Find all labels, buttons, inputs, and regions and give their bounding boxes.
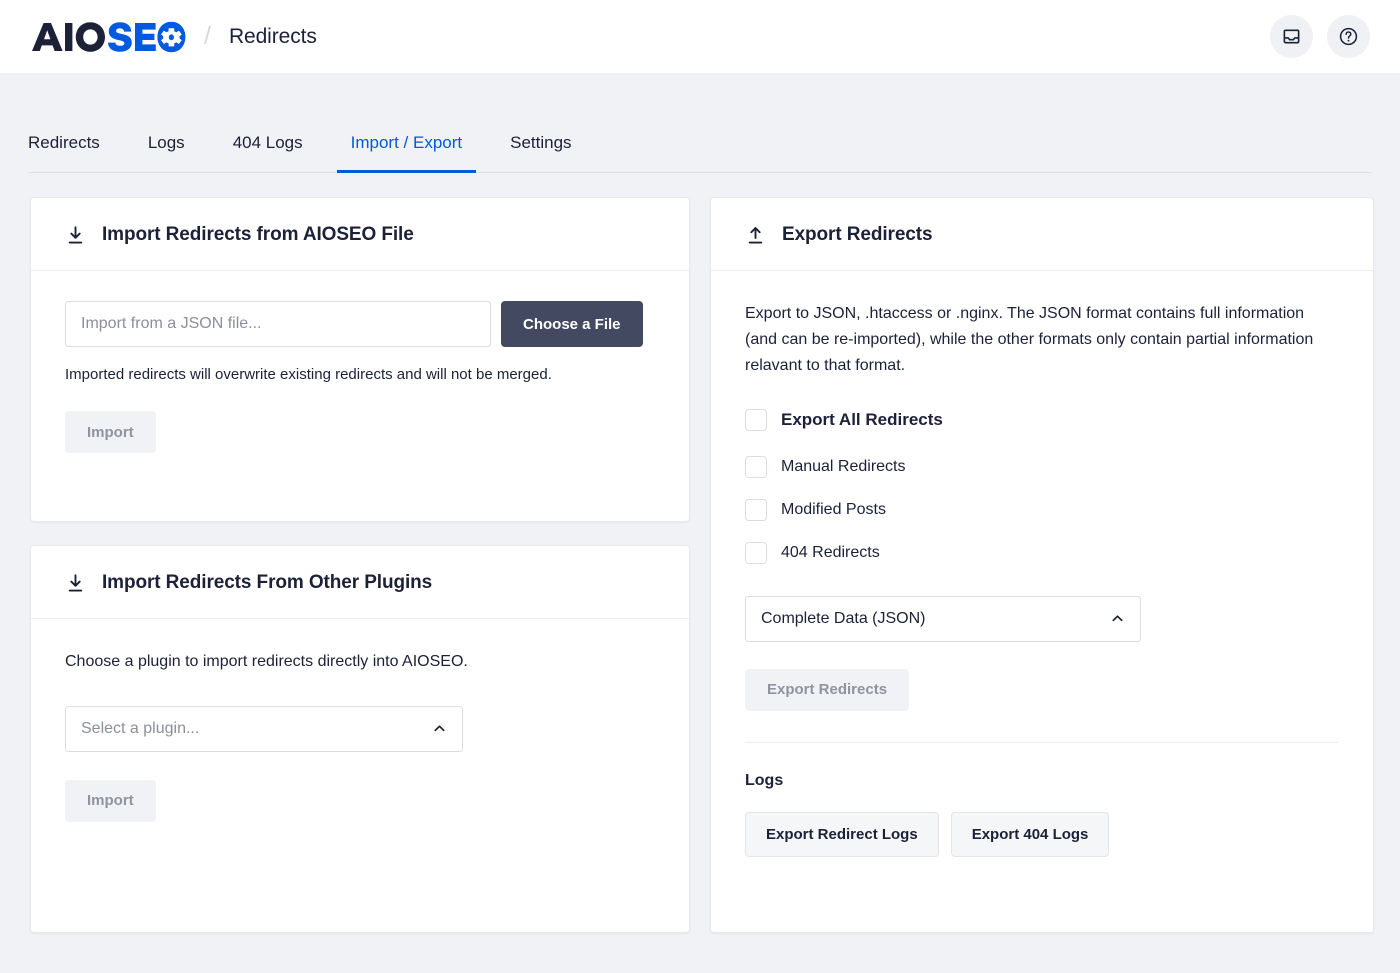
export-404-logs-button[interactable]: Export 404 Logs bbox=[950, 811, 1110, 857]
file-input-row: Choose a File bbox=[65, 301, 655, 347]
export-redirects-header: Export Redirects bbox=[711, 198, 1373, 271]
import-from-file-card: Import Redirects from AIOSEO File Choose… bbox=[30, 197, 690, 522]
header-actions bbox=[1270, 15, 1370, 58]
logs-section-heading: Logs bbox=[745, 771, 784, 789]
brand: / Redirects bbox=[30, 20, 317, 54]
checkbox-404-redirects[interactable]: 404 Redirects bbox=[745, 541, 1339, 564]
page-title: Redirects bbox=[228, 24, 317, 48]
tab-bar: Redirects Logs 404 Logs Import / Export … bbox=[28, 73, 1372, 173]
tab-bar-wrap: Redirects Logs 404 Logs Import / Export … bbox=[0, 73, 1400, 173]
chevron-up-icon bbox=[1110, 611, 1125, 626]
plugin-select-value: Select a plugin... bbox=[81, 719, 200, 737]
export-format-select[interactable]: Complete Data (JSON) bbox=[745, 595, 1141, 642]
import-from-file-body: Choose a File Imported redirects will ov… bbox=[31, 271, 689, 487]
import-overwrite-hint: Imported redirects will overwrite existi… bbox=[65, 366, 552, 383]
export-format-value: Complete Data (JSON) bbox=[761, 609, 926, 627]
inbox-icon bbox=[1283, 29, 1300, 44]
plugin-select[interactable]: Select a plugin... bbox=[65, 705, 463, 752]
export-redirects-body: Export to JSON, .htaccess or .nginx. The… bbox=[711, 271, 1373, 891]
download-icon bbox=[68, 225, 83, 244]
export-redirects-submit-button[interactable]: Export Redirects bbox=[745, 668, 910, 711]
breadcrumb-separator: / bbox=[204, 22, 211, 50]
section-divider bbox=[745, 741, 1339, 743]
checkbox-label: 404 Redirects bbox=[781, 543, 880, 561]
import-from-plugins-header: Import Redirects From Other Plugins bbox=[31, 546, 689, 619]
checkbox-label: Export All Redirects bbox=[781, 409, 943, 429]
import-plugin-submit-button[interactable]: Import bbox=[65, 779, 156, 822]
import-plugins-description: Choose a plugin to import redirects dire… bbox=[65, 653, 468, 670]
checkbox-box bbox=[745, 408, 767, 431]
import-file-input[interactable] bbox=[65, 301, 491, 347]
choose-a-file-button[interactable]: Choose a File bbox=[501, 301, 643, 347]
notifications-inbox-button[interactable] bbox=[1270, 15, 1313, 58]
upload-icon bbox=[748, 226, 763, 244]
export-redirects-title: Export Redirects bbox=[782, 224, 933, 245]
export-description: Export to JSON, .htaccess or .nginx. The… bbox=[745, 305, 1314, 374]
tab-logs[interactable]: Logs bbox=[148, 133, 185, 172]
help-button[interactable] bbox=[1327, 15, 1370, 58]
left-column: Import Redirects from AIOSEO File Choose… bbox=[30, 197, 690, 933]
checkbox-box bbox=[745, 455, 767, 478]
import-from-file-header: Import Redirects from AIOSEO File bbox=[31, 198, 689, 271]
question-circle-icon bbox=[1339, 27, 1358, 46]
chevron-up-icon bbox=[432, 721, 447, 736]
download-icon bbox=[68, 573, 83, 592]
checkbox-label: Modified Posts bbox=[781, 500, 886, 518]
aioseo-logo bbox=[32, 21, 186, 52]
tab-404-logs[interactable]: 404 Logs bbox=[233, 133, 303, 172]
logs-buttons-row: Export Redirect Logs Export 404 Logs bbox=[745, 811, 1339, 857]
main-content: Import Redirects from AIOSEO File Choose… bbox=[0, 173, 1400, 933]
import-from-plugins-body: Choose a plugin to import redirects dire… bbox=[31, 619, 689, 856]
import-from-plugins-card: Import Redirects From Other Plugins Choo… bbox=[30, 545, 690, 933]
checkbox-label: Manual Redirects bbox=[781, 457, 906, 475]
app-header: / Redirects bbox=[0, 0, 1400, 73]
checkbox-box bbox=[745, 541, 767, 564]
import-from-plugins-title: Import Redirects From Other Plugins bbox=[102, 572, 433, 593]
checkbox-export-all-redirects[interactable]: Export All Redirects bbox=[745, 408, 1339, 431]
checkbox-manual-redirects[interactable]: Manual Redirects bbox=[745, 455, 1339, 478]
import-from-file-title: Import Redirects from AIOSEO File bbox=[102, 224, 414, 245]
tab-redirects[interactable]: Redirects bbox=[28, 133, 100, 172]
right-column: Export Redirects Export to JSON, .htacce… bbox=[710, 197, 1374, 933]
tab-import-export[interactable]: Import / Export bbox=[336, 133, 477, 173]
import-file-submit-button[interactable]: Import bbox=[65, 411, 156, 453]
export-redirects-card: Export Redirects Export to JSON, .htacce… bbox=[710, 197, 1374, 933]
tab-settings[interactable]: Settings bbox=[510, 133, 571, 172]
checkbox-box bbox=[745, 498, 767, 521]
export-redirect-logs-button[interactable]: Export Redirect Logs bbox=[745, 811, 939, 857]
checkbox-modified-posts[interactable]: Modified Posts bbox=[745, 498, 1339, 521]
